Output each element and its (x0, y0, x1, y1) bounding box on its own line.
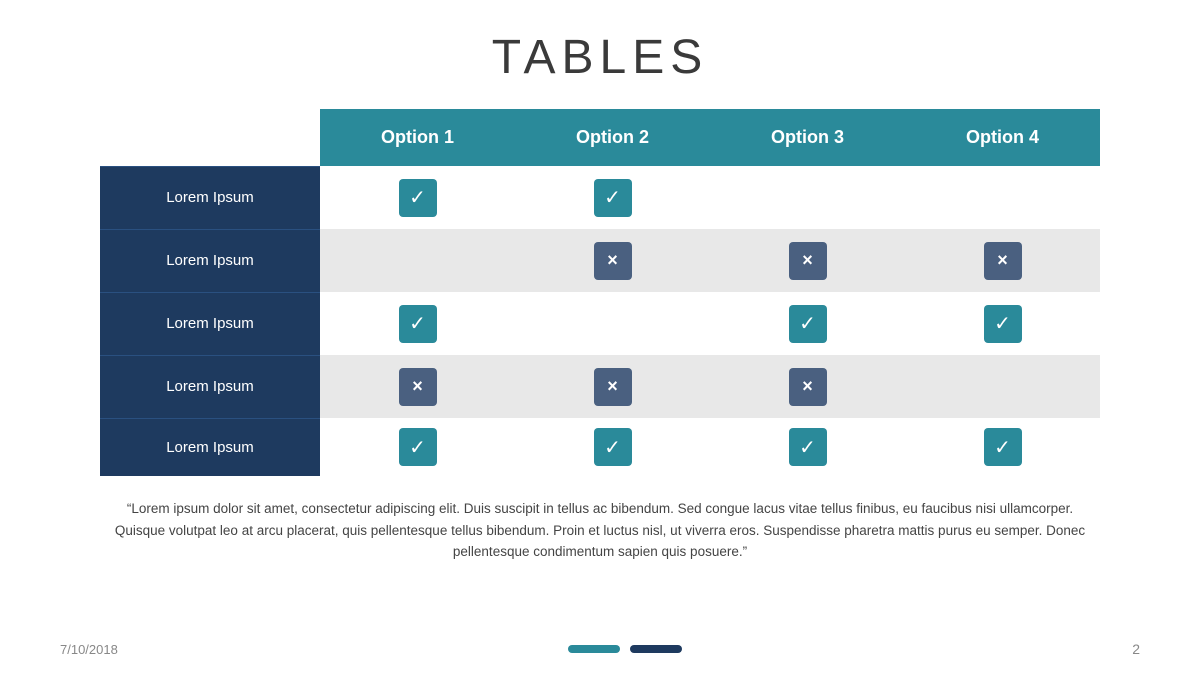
cell-r1-c3: × (905, 229, 1100, 292)
cell-r0-c2 (710, 166, 905, 229)
check-icon: ✓ (399, 305, 437, 343)
empty-cell (789, 176, 827, 214)
footer: 7/10/2018 2 (0, 641, 1200, 657)
footer-pagination (568, 645, 682, 653)
row-label: Lorem Ipsum (100, 229, 320, 292)
cell-r2-c3: ✓ (905, 292, 1100, 355)
header-option4: Option 4 (905, 109, 1100, 166)
row-label: Lorem Ipsum (100, 292, 320, 355)
check-icon: ✓ (399, 179, 437, 217)
cell-r3-c1: × (515, 355, 710, 418)
comparison-table: Option 1 Option 2 Option 3 Option 4 Lore… (100, 109, 1100, 476)
quote-text: “Lorem ipsum dolor sit amet, consectetur… (100, 498, 1100, 563)
row-label: Lorem Ipsum (100, 166, 320, 229)
cross-icon: × (789, 368, 827, 406)
cell-r2-c2: ✓ (710, 292, 905, 355)
empty-cell (594, 302, 632, 340)
check-icon: ✓ (789, 305, 827, 343)
empty-cell (984, 365, 1022, 403)
cell-r2-c0: ✓ (320, 292, 515, 355)
slide: TABLES Option 1 Option 2 Option 3 Option… (0, 0, 1200, 675)
table-wrapper: Option 1 Option 2 Option 3 Option 4 Lore… (100, 109, 1100, 476)
page-title: TABLES (492, 30, 709, 85)
header-option1: Option 1 (320, 109, 515, 166)
table-header-row: Option 1 Option 2 Option 3 Option 4 (100, 109, 1100, 166)
cross-icon: × (789, 242, 827, 280)
check-icon: ✓ (789, 428, 827, 466)
quote-section: “Lorem ipsum dolor sit amet, consectetur… (100, 498, 1100, 563)
footer-page-number: 2 (1132, 641, 1140, 657)
cross-icon: × (399, 368, 437, 406)
cell-r3-c3 (905, 355, 1100, 418)
cell-r3-c2: × (710, 355, 905, 418)
cell-r1-c2: × (710, 229, 905, 292)
table-row: Lorem Ipsum ✓ ✓ ✓ (100, 292, 1100, 355)
check-icon: ✓ (984, 305, 1022, 343)
header-empty (100, 109, 320, 166)
check-icon: ✓ (399, 428, 437, 466)
cross-icon: × (594, 242, 632, 280)
check-icon: ✓ (594, 179, 632, 217)
row-label: Lorem Ipsum (100, 355, 320, 418)
table-row: Lorem Ipsum × × × (100, 229, 1100, 292)
table-row: Lorem Ipsum ✓ ✓ (100, 166, 1100, 229)
cell-r0-c3 (905, 166, 1100, 229)
cell-r0-c0: ✓ (320, 166, 515, 229)
cell-r0-c1: ✓ (515, 166, 710, 229)
cross-icon: × (984, 242, 1022, 280)
table-row: Lorem Ipsum ✓ ✓ ✓ ✓ (100, 418, 1100, 476)
header-option2: Option 2 (515, 109, 710, 166)
empty-cell (984, 176, 1022, 214)
cell-r4-c3: ✓ (905, 418, 1100, 476)
cell-r4-c0: ✓ (320, 418, 515, 476)
cell-r3-c0: × (320, 355, 515, 418)
cell-r2-c1 (515, 292, 710, 355)
check-icon: ✓ (594, 428, 632, 466)
cell-r1-c1: × (515, 229, 710, 292)
check-icon: ✓ (984, 428, 1022, 466)
row-label: Lorem Ipsum (100, 418, 320, 476)
cell-r4-c2: ✓ (710, 418, 905, 476)
pagination-dot-2 (630, 645, 682, 653)
empty-cell (399, 239, 437, 277)
pagination-dot-1 (568, 645, 620, 653)
table-row: Lorem Ipsum × × × (100, 355, 1100, 418)
cell-r4-c1: ✓ (515, 418, 710, 476)
cell-r1-c0 (320, 229, 515, 292)
footer-date: 7/10/2018 (60, 642, 118, 657)
header-option3: Option 3 (710, 109, 905, 166)
cross-icon: × (594, 368, 632, 406)
